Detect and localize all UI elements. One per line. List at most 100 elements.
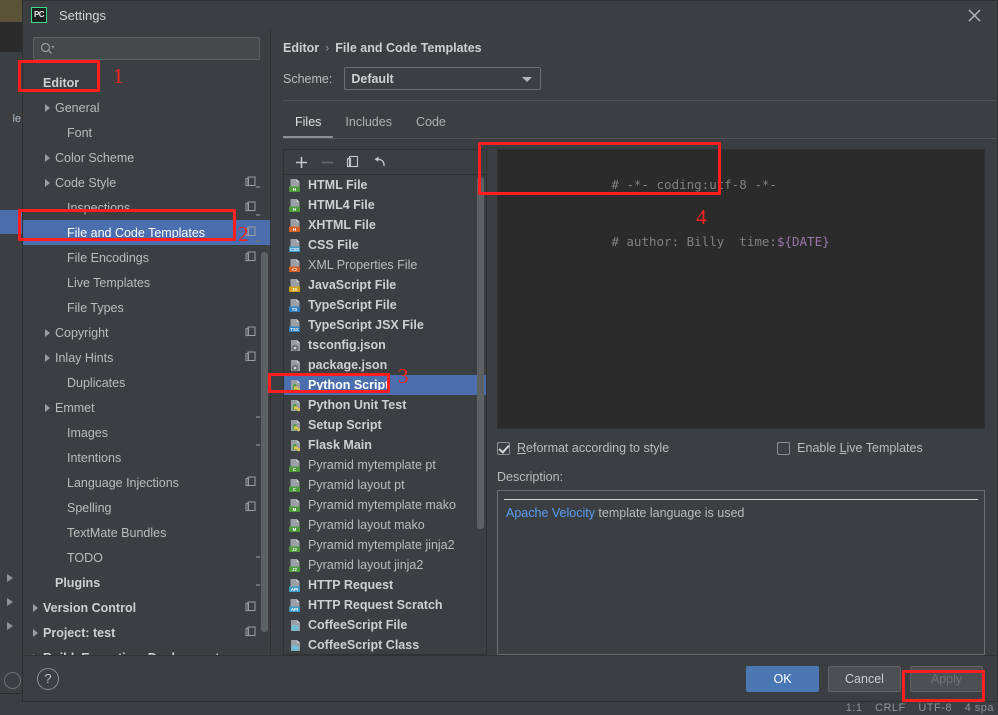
sidebar-item-todo[interactable]: TODO [23,545,270,570]
template-list-item[interactable]: J2 Pyramid layout jinja2 [284,555,486,575]
status-encoding[interactable]: UTF-8 [918,702,952,714]
settings-tree[interactable]: Editor General Font Color Scheme Code Style I… [23,66,270,655]
sidebar-item-inspections[interactable]: Inspections [23,195,270,220]
sidebar-item-intentions[interactable]: Intentions [23,445,270,470]
sidebar-item-file-encodings[interactable]: File Encodings [23,245,270,270]
template-list-item[interactable]: API HTTP Request Scratch [284,595,486,615]
copy-settings-icon[interactable] [245,199,256,217]
sidebar-item-color-scheme[interactable]: Color Scheme [23,145,270,170]
python-file-icon [288,398,303,413]
scheme-select[interactable]: Default [344,67,542,90]
sidebar-item-code-style[interactable]: Code Style [23,170,270,195]
template-list-item[interactable]: H HTML4 File [284,195,486,215]
remove-template-button[interactable] [316,152,338,173]
template-list[interactable]: H HTML File H HTML4 File H XHTML File CSS CSS F… [284,175,486,654]
status-line-separator[interactable]: CRLF [875,702,906,714]
sidebar-item-version-control[interactable]: Version Control [23,595,270,620]
tab-files[interactable]: Files [283,109,334,138]
copy-template-button[interactable] [342,152,364,173]
sidebar-item-file-and-code-templates[interactable]: File and Code Templates [23,220,270,245]
ide-run-button[interactable] [4,672,21,689]
add-template-button[interactable] [290,152,312,173]
sidebar-item-spelling[interactable]: Spelling [23,495,270,520]
sidebar-item-editor[interactable]: Editor [23,70,270,95]
dialog-footer: ? OK Cancel Apply [23,655,997,701]
template-list-item[interactable]: Setup Script [284,415,486,435]
sidebar-item-copyright[interactable]: Copyright [23,320,270,345]
expand-arrow-icon[interactable] [27,603,43,612]
expand-arrow-icon[interactable] [39,103,55,112]
copy-settings-icon[interactable] [245,624,256,642]
tsx-file-icon: TSX [288,318,303,333]
sidebar-item-build-execution-deployment[interactable]: Build, Execution, Deployment [23,645,270,655]
template-list-item[interactable]: C Pyramid layout pt [284,475,486,495]
sidebar-item-duplicates[interactable]: Duplicates [23,370,270,395]
template-list-item[interactable]: CoffeeScript File [284,615,486,635]
sidebar-item-live-templates[interactable]: Live Templates [23,270,270,295]
template-list-item[interactable]: CoffeeScript Class [284,635,486,654]
live-templates-checkbox[interactable]: Enable Live Templates [777,441,923,455]
template-list-item[interactable]: H XHTML File [284,215,486,235]
sidebar-item-textmate-bundles[interactable]: TextMate Bundles [23,520,270,545]
copy-settings-icon[interactable] [245,224,256,242]
template-list-item[interactable]: Python Script [284,375,486,395]
template-list-item-label: tsconfig.json [308,338,386,352]
expand-arrow-icon[interactable] [27,628,43,637]
template-list-item[interactable]: tsconfig.json [284,335,486,355]
expand-arrow-icon[interactable] [39,328,55,337]
tab-code[interactable]: Code [404,109,458,138]
template-list-item[interactable]: CSS CSS File [284,235,486,255]
sidebar-item-images[interactable]: Images [23,420,270,445]
pyramid-pt-icon: C [288,458,303,473]
template-list-item[interactable]: JS JavaScript File [284,275,486,295]
sidebar-item-project-test[interactable]: Project: test [23,620,270,645]
copy-settings-icon[interactable] [245,499,256,517]
sidebar-item-font[interactable]: Font [23,120,270,145]
copy-settings-icon[interactable] [245,249,256,267]
template-list-item[interactable]: H HTML File [284,175,486,195]
sidebar-item-inlay-hints[interactable]: Inlay Hints [23,345,270,370]
tab-includes[interactable]: Includes [333,109,404,138]
template-list-item[interactable]: Flask Main [284,435,486,455]
template-list-item[interactable]: Python Unit Test [284,395,486,415]
help-button[interactable]: ? [37,667,59,690]
status-indent[interactable]: 4 spa [965,702,994,714]
sidebar-item-file-types[interactable]: File Types [23,295,270,320]
template-list-item[interactable]: <> XML Properties File [284,255,486,275]
expand-arrow-icon[interactable] [39,153,55,162]
template-list-item[interactable]: API HTTP Request [284,575,486,595]
ok-button[interactable]: OK [746,665,819,692]
breadcrumb-parent[interactable]: Editor [283,41,319,55]
svg-text:H: H [293,186,296,191]
reformat-checkbox[interactable]: Reformat according to style [497,441,669,455]
copy-settings-icon[interactable] [245,599,256,617]
copy-settings-icon[interactable] [245,349,256,367]
template-list-scrollbar[interactable] [477,177,484,529]
expand-arrow-icon[interactable] [39,353,55,362]
expand-arrow-icon[interactable] [39,178,55,187]
tree-scrollbar[interactable] [261,252,268,632]
sidebar-item-plugins[interactable]: Plugins [23,570,270,595]
copy-settings-icon[interactable] [245,474,256,492]
copy-settings-icon[interactable] [245,174,256,192]
sidebar-item-general[interactable]: General [23,95,270,120]
cancel-button[interactable]: Cancel [828,665,901,692]
search-box[interactable] [33,37,260,60]
template-list-item[interactable]: TS TypeScript File [284,295,486,315]
close-icon[interactable] [951,1,997,29]
sidebar-item-emmet[interactable]: Emmet [23,395,270,420]
apache-velocity-link[interactable]: Apache Velocity [506,506,595,520]
sidebar-item-language-injections[interactable]: Language Injections [23,470,270,495]
template-list-item[interactable]: C Pyramid mytemplate pt [284,455,486,475]
reset-template-button[interactable] [368,152,390,173]
template-code-editor[interactable]: # -*- coding:utf-8 -*- # author: Billy t… [497,149,985,429]
apply-button[interactable]: Apply [910,665,983,692]
template-list-item[interactable]: J2 Pyramid mytemplate jinja2 [284,535,486,555]
template-list-item[interactable]: M Pyramid layout mako [284,515,486,535]
search-input[interactable] [59,41,253,56]
template-list-item[interactable]: TSX TypeScript JSX File [284,315,486,335]
copy-settings-icon[interactable] [245,324,256,342]
template-list-item[interactable]: M Pyramid mytemplate mako [284,495,486,515]
template-list-item[interactable]: package.json [284,355,486,375]
expand-arrow-icon[interactable] [39,403,55,412]
